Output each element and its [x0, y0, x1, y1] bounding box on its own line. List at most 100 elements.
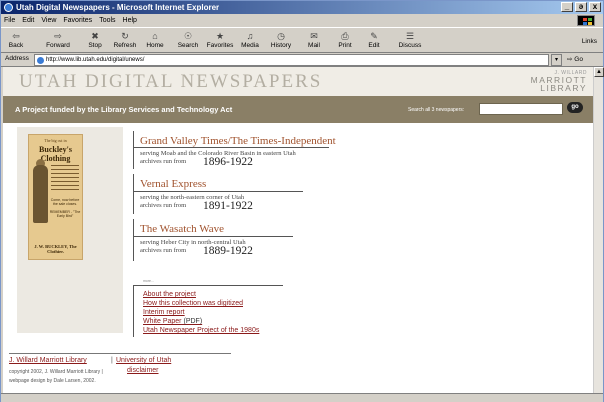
paper-title-grand-valley[interactable]: Grand Valley Times/The Times-Independent: [140, 135, 336, 147]
home-icon: ⌂: [152, 31, 158, 41]
footer-copyright: copyright 2002, J. Willard Marriott Libr…: [9, 369, 103, 375]
print-icon: ⎙: [341, 31, 349, 41]
history-icon: ◷: [277, 31, 285, 41]
tagline-banner: A Project funded by the Library Services…: [3, 96, 593, 123]
poster-top-text: The big cut in: [44, 138, 67, 143]
poster-text-lines: [51, 165, 79, 193]
status-bar: [1, 393, 603, 402]
favorites-button[interactable]: ★ Favorites: [204, 30, 236, 52]
menu-bar: File Edit View Favorites Tools Help: [1, 14, 603, 27]
window-title: Utah Digital Newspapers - Microsoft Inte…: [16, 3, 220, 12]
history-button[interactable]: ◷ History: [267, 30, 295, 52]
media-button[interactable]: ♫ Media: [239, 30, 261, 52]
home-button[interactable]: ⌂ Home: [144, 30, 166, 52]
more-divider-line: [133, 285, 134, 337]
library-logo-line3[interactable]: LIBRARY: [540, 83, 587, 93]
stop-button[interactable]: ✖ Stop: [86, 30, 104, 52]
browser-window: Utah Digital Newspapers - Microsoft Inte…: [0, 0, 604, 402]
divider-line: [133, 219, 134, 261]
divider-rule: [133, 191, 303, 192]
go-button[interactable]: ⇨ Go: [567, 55, 583, 63]
links-button[interactable]: Links: [582, 38, 597, 45]
back-button[interactable]: ⇦ Back: [5, 30, 27, 52]
link-interim-report[interactable]: Interim report: [143, 309, 185, 316]
link-how-digitized[interactable]: How this collection was digitized: [143, 300, 243, 307]
poster-sale-text: Come, now before the sale closes. REMEMBE…: [49, 198, 81, 218]
site-header: UTAH DIGITAL NEWSPAPERS J. WILLARD MARRI…: [3, 67, 593, 96]
address-value: http://www.lib.utah.edu/digital/unews/: [46, 57, 145, 63]
paper-years-wasatch[interactable]: 1889-1922: [203, 245, 253, 257]
tagline: A Project funded by the Library Services…: [15, 105, 233, 114]
chevron-down-icon[interactable]: ▾: [551, 54, 562, 66]
stop-icon: ✖: [91, 31, 99, 41]
edit-icon: ✎: [370, 31, 378, 41]
search-button[interactable]: ☉ Search: [176, 30, 200, 52]
menu-view[interactable]: View: [41, 17, 56, 24]
discuss-button[interactable]: ☰ Discuss: [396, 30, 424, 52]
mail-button[interactable]: ✉ Mail: [305, 30, 323, 52]
divider-line: [133, 174, 134, 214]
vertical-scrollbar[interactable]: ▲: [593, 67, 604, 393]
divider-rule: [133, 147, 329, 148]
paper-archives-vernal: archives run from: [140, 202, 187, 209]
footer-link-university[interactable]: University of Utah: [116, 357, 171, 364]
menu-favorites[interactable]: Favorites: [63, 17, 92, 24]
maximize-button[interactable]: ə: [575, 2, 587, 12]
address-input[interactable]: http://www.lib.utah.edu/digital/unews/: [34, 54, 549, 66]
address-bar: Address http://www.lib.utah.edu/digital/…: [1, 53, 603, 67]
search-input[interactable]: [479, 103, 563, 115]
page-icon: [37, 57, 44, 64]
go-arrow-icon: ⇨: [567, 56, 573, 63]
footer-separator: |: [111, 357, 113, 364]
paper-years-vernal[interactable]: 1891-1922: [203, 200, 253, 212]
divider-rule: [133, 236, 293, 237]
refresh-button[interactable]: ↻ Refresh: [111, 30, 139, 52]
mail-icon: ✉: [310, 31, 318, 41]
paper-title-vernal[interactable]: Vernal Express: [140, 178, 206, 190]
forward-button[interactable]: ⇨ Forward: [43, 30, 73, 52]
poster-bottom-text: J. W. BUCKLEY, The Clothier.: [34, 244, 77, 254]
footer-link-disclaimer[interactable]: disclaimer: [127, 367, 159, 374]
site-title: UTAH DIGITAL NEWSPAPERS: [19, 71, 323, 92]
search-icon: ☉: [183, 31, 193, 41]
divider-line: [133, 131, 134, 169]
search-go-button[interactable]: go: [567, 102, 583, 113]
footer-link-library[interactable]: J. Willard Marriott Library: [9, 357, 87, 364]
minimize-button[interactable]: _: [561, 2, 573, 12]
paper-archives-wasatch: archives run from: [140, 247, 187, 254]
link-white-paper[interactable]: White Paper (PDF): [143, 318, 202, 325]
search-label: Search all 3 newspapers:: [408, 107, 465, 113]
link-newspaper-project-1980s[interactable]: Utah Newspaper Project of the 1980s: [143, 327, 259, 334]
internet-explorer-icon: [4, 3, 13, 12]
menu-tools[interactable]: Tools: [99, 17, 115, 24]
favorites-icon: ★: [215, 31, 225, 41]
discuss-icon: ☰: [405, 31, 415, 41]
address-label: Address: [5, 55, 29, 62]
close-button[interactable]: x: [589, 2, 601, 12]
more-rule: [133, 285, 283, 286]
page-viewport: UTAH DIGITAL NEWSPAPERS J. WILLARD MARRI…: [3, 67, 593, 393]
standard-toolbar: ⇦ Back ⇨ Forward ✖ Stop ↻ Refresh ⌂ Home…: [1, 27, 603, 53]
poster-figure: [33, 165, 48, 223]
back-arrow-icon: ⇦: [12, 31, 20, 41]
scroll-up-icon[interactable]: ▲: [594, 67, 604, 77]
footer-rule: [9, 353, 231, 354]
menu-help[interactable]: Help: [123, 17, 137, 24]
more-label: more...: [143, 279, 154, 283]
link-about-project[interactable]: About the project: [143, 291, 196, 298]
title-bar: Utah Digital Newspapers - Microsoft Inte…: [1, 1, 603, 14]
windows-logo-icon: [577, 15, 595, 26]
menu-file[interactable]: File: [4, 17, 15, 24]
media-icon: ♫: [246, 31, 254, 41]
edit-button[interactable]: ✎ Edit: [365, 30, 383, 52]
newspaper-ad-image: The big cut in Buckley's Clothing Come, …: [28, 134, 83, 260]
paper-title-wasatch[interactable]: The Wasatch Wave: [140, 223, 224, 235]
paper-archives-grand-valley: archives run from: [140, 158, 187, 165]
refresh-icon: ↻: [121, 31, 129, 41]
forward-arrow-icon: ⇨: [54, 31, 62, 41]
pdf-note: (PDF): [183, 318, 203, 325]
paper-years-grand-valley[interactable]: 1896-1922: [203, 156, 253, 168]
footer-design-credit: webpage design by Dale Larsen, 2002.: [9, 378, 96, 384]
print-button[interactable]: ⎙ Print: [335, 30, 355, 52]
menu-edit[interactable]: Edit: [22, 17, 34, 24]
